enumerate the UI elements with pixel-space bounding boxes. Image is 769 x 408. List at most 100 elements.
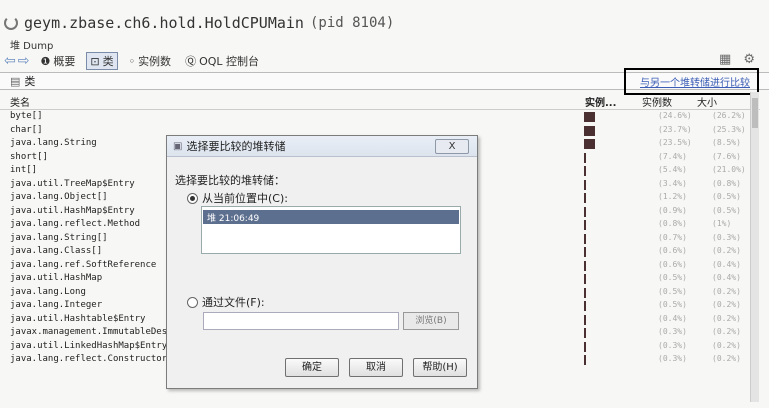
instances-bar [584,179,586,190]
instances-bar [584,233,586,244]
instances-bar [584,152,586,163]
instance-count-cell: (0.5%) [658,286,687,296]
size-cell: (0.5%) [712,192,741,201]
settings-icon[interactable]: ⚙ [743,52,755,67]
heap-dump-list[interactable]: 堆 21:06:49 [201,206,461,254]
tab-heap-dump[interactable]: 堆 Dump [10,37,53,52]
class-name-cell: java.lang.Integer [10,300,103,310]
radio-from-current[interactable]: 从当前位置中(C): [187,190,288,206]
forward-arrow-icon[interactable]: ⇨ [18,53,30,69]
instance-count-cell: (0.5%) [658,300,687,309]
classes-button[interactable]: ⊡ 类 [86,52,118,70]
nav-buttons: ⇦ ⇨ [4,53,29,69]
instances-bar [584,247,586,257]
dialog-app-icon: ▣ [173,140,183,152]
dialog-close-button[interactable]: X [435,139,469,154]
size-cell: (0.2%) [712,286,741,296]
class-name-cell: java.lang.reflect.Method [10,219,141,229]
back-arrow-icon[interactable]: ⇦ [4,53,16,69]
instances-bar [584,125,595,136]
column-class-name[interactable]: 类名 [10,94,30,109]
instances-bar [584,287,586,298]
instance-count-cell: (0.3%) [658,327,687,336]
size-cell: (0.4%) [712,273,741,282]
table-header: 类名 实例... 实例数 大小 [0,94,760,110]
size-cell: (7.6%) [712,151,741,161]
instance-count-cell: (0.5%) [658,273,687,282]
browse-button[interactable]: 浏览(B) [403,312,459,330]
column-instances-bar[interactable]: 实例... [585,94,616,109]
size-cell: (1%) [712,219,732,228]
radio-from-current-label: 从当前位置中(C): [202,192,288,205]
loading-icon [4,16,18,30]
help-button[interactable]: 帮助(H) [413,358,467,377]
radio-from-file-label: 通过文件(F): [202,296,265,309]
instance-count-cell: (3.4%) [658,178,687,188]
window-pid: (pid 8104) [309,15,395,31]
class-name-cell: char[] [10,124,43,135]
radio-unselected-icon [187,296,198,308]
info-icon: ❶ [40,54,51,68]
size-cell: (25.3%) [712,124,746,134]
instances-button[interactable]: ◦ 实例数 [126,53,175,69]
instance-count-cell: (23.7%) [658,124,692,134]
scrollbar-thumb[interactable] [752,98,758,128]
instances-bar [584,355,586,365]
instance-count-cell: (0.4%) [658,313,687,323]
instances-bar [584,341,586,352]
classes-label: 类 [102,55,114,68]
instances-bar [584,139,595,149]
class-name-cell: short[] [10,151,48,162]
size-cell: (26.2%) [712,111,746,120]
instances-bar [584,220,586,230]
class-name-cell: java.util.TreeMap$Entry [10,178,135,189]
class-name-cell: java.lang.Class[] [10,246,103,256]
instances-bar [584,206,586,217]
instances-icon: ◦ [128,54,136,68]
size-cell: (8.5%) [712,138,741,147]
oql-button[interactable]: Ⓠ OQL 控制台 [182,53,262,69]
class-name-cell: java.util.HashMap$Entry [10,205,135,216]
class-name-cell: java.lang.String [10,138,97,148]
vertical-scrollbar[interactable] [750,92,759,402]
dialog-buttons: 确定 取消 帮助(H) [285,358,467,377]
instances-bar [584,274,586,284]
table-row[interactable]: byte[] (24.6%) (26.2%) [0,110,760,124]
column-instance-count[interactable]: 实例数 [642,94,672,109]
window-title-text: geym.zbase.ch6.hold.HoldCPUMain [24,14,304,32]
dialog-titlebar: ▣ 选择要比较的堆转储 [167,136,477,157]
highlight-box [624,68,759,95]
size-cell: (0.2%) [712,340,741,350]
class-name-cell: java.lang.Long [10,286,86,297]
class-name-cell: java.util.Hashtable$Entry [10,313,146,324]
ok-button[interactable]: 确定 [285,358,339,377]
size-cell: (0.3%) [712,232,741,242]
class-name-cell: java.util.HashMap [10,273,103,283]
instance-count-cell: (24.6%) [658,111,692,120]
size-cell: (0.2%) [712,246,741,255]
radio-from-file[interactable]: 通过文件(F): [187,294,265,310]
class-name-cell: int[] [10,165,38,175]
column-size[interactable]: 大小 [697,94,717,109]
oql-label: OQL 控制台 [199,55,260,68]
list-item[interactable]: 堆 21:06:49 [203,210,459,224]
cancel-button[interactable]: 取消 [349,358,403,377]
class-name-cell: java.util.LinkedHashMap$Entry [10,340,168,351]
classes-section-label: 类 [24,75,36,88]
summary-button[interactable]: ❶ 概要 [37,53,78,69]
instances-bar [584,301,586,311]
instance-count-cell: (1.2%) [658,192,687,201]
file-path-input[interactable] [203,312,399,330]
instance-count-cell: (0.3%) [658,354,687,363]
size-cell: (0.5%) [712,205,741,215]
grid-icon[interactable]: ▦ [719,52,731,67]
size-cell: (0.4%) [712,259,741,269]
instance-count-cell: (0.8%) [658,219,687,228]
instances-bar [584,328,586,338]
instance-count-cell: (23.5%) [658,138,692,147]
instance-count-cell: (5.4%) [658,165,687,174]
size-cell: (0.2%) [712,313,741,323]
instances-label: 实例数 [138,55,172,68]
instance-count-cell: (0.6%) [658,259,687,269]
size-cell: (0.2%) [712,354,741,363]
